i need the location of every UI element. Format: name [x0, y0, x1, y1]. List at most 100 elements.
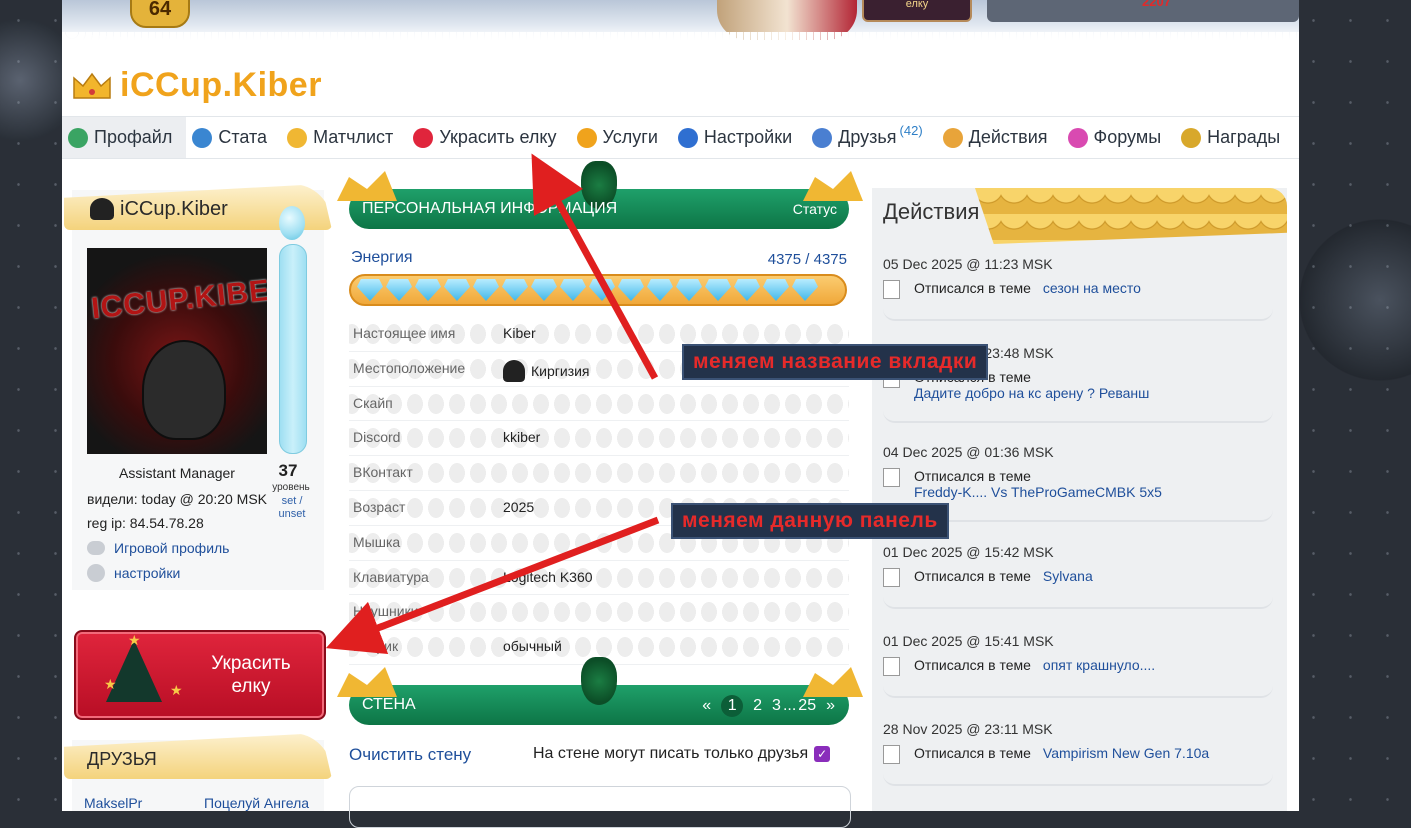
document-icon [883, 468, 900, 487]
diamond-icon [734, 279, 760, 301]
page-ellipsis: ... [782, 697, 797, 714]
settings-link[interactable]: настройки [87, 564, 180, 582]
tab-label: Украсить елку [439, 127, 557, 147]
card-username: iCCup.Kiber [120, 198, 228, 220]
friend-link[interactable]: Поцелуй Ангела [204, 795, 309, 811]
tab-settings[interactable]: Настройки [672, 117, 806, 158]
info-row: Наушники [349, 595, 849, 631]
page-3[interactable]: 3 [772, 697, 781, 715]
info-key: Настоящее имя [353, 325, 456, 341]
tab-bar: Профайл Стата Матчлист Украсить елку Усл… [62, 116, 1299, 159]
plague-mask-figure [142, 340, 226, 440]
diamond-icon [618, 279, 644, 301]
gear-icon [677, 127, 698, 148]
diamond-icon [531, 279, 557, 301]
star-icon: ★ [170, 682, 183, 698]
info-value: Kiber [503, 325, 536, 341]
action-date: 01 Dec 2025 @ 15:41 MSK [883, 633, 1054, 649]
action-line: Отписался в теме Vampirism New Gen 7.10a [883, 745, 1273, 764]
tab-label: Профайл [94, 127, 173, 147]
action-body: Отписался в теме Sylvana [914, 568, 1093, 584]
page-2[interactable]: 2 [753, 697, 762, 715]
user-rank: Assistant Manager [119, 465, 235, 481]
energy-tube [279, 244, 307, 454]
set-unset-link[interactable]: set / unset [272, 495, 312, 521]
energy-label: Энергия [351, 249, 413, 266]
tab-services[interactable]: Услуги [571, 117, 672, 158]
topic-link[interactable]: Freddy-K.... Vs TheProGameCMBK 5x5 [914, 484, 1162, 500]
info-value-text: kkiber [503, 429, 541, 446]
decorate-label: Украсить елку [211, 653, 291, 697]
info-key: ВКонтакт [353, 464, 413, 481]
action-body: Отписался в теме опят крашнуло.... [914, 657, 1155, 673]
link-label: настройки [114, 565, 181, 581]
user-level: 37 [278, 461, 298, 480]
diamond-icon [763, 279, 789, 301]
next-page-button[interactable]: » [826, 697, 835, 715]
info-value: kkiber [503, 429, 540, 445]
action-line: Отписался в теме Freddy-K.... Vs TheProGa… [883, 468, 1273, 500]
tab-stats[interactable]: Стата [186, 117, 281, 158]
wall-post-input[interactable] [349, 786, 851, 828]
tab-friends[interactable]: Друзья (42) [806, 117, 937, 158]
tab-matchlist[interactable]: Матчлист [281, 117, 407, 158]
friend-link[interactable]: MakselPr [84, 795, 142, 811]
spy-icon [503, 359, 525, 382]
tab-actions[interactable]: Действия [937, 117, 1062, 158]
candy-icon [413, 127, 434, 148]
topic-link[interactable]: опят крашнуло.... [1043, 657, 1155, 673]
banner-decorate-button[interactable]: елку [862, 0, 972, 22]
tab-forums[interactable]: Форумы [1062, 117, 1176, 158]
tab-profile[interactable]: Профайл [62, 117, 187, 158]
annotation-note-panel: меняем данную панель [671, 503, 949, 539]
action-date: 01 Dec 2025 @ 15:42 MSK [883, 544, 1054, 560]
topic-link[interactable]: Vampirism New Gen 7.10a [1043, 745, 1209, 761]
action-body: Отписался в теме Vampirism New Gen 7.10a [914, 745, 1209, 761]
info-row: Discord kkiber [349, 421, 849, 457]
action-text: Отписался в теме [914, 568, 1031, 584]
page-1[interactable]: 1 [721, 695, 744, 717]
friends-title: ДРУЗЬЯ [87, 749, 157, 769]
info-row: ВКонтакт [349, 456, 849, 491]
avatar-logo-text: ICCUP.KIBER [89, 271, 267, 326]
annotation-note-tab: меняем название вкладки [682, 344, 989, 380]
game-profile-link[interactable]: Игровой профиль [87, 540, 229, 556]
decorate-tree-button[interactable]: ★ ★ ★ Украсить елку [74, 630, 326, 720]
divider [883, 774, 1273, 786]
action-item: 01 Dec 2025 @ 15:41 MSK Отписался в теме о… [883, 633, 1273, 698]
page-last[interactable]: 25 [798, 697, 816, 715]
tab-label: Награды [1207, 127, 1281, 147]
action-item: 05 Dec 2025 @ 11:23 MSK Отписался в теме с… [883, 256, 1273, 321]
action-body: Отписался в теме Freddy-K.... Vs TheProGa… [914, 468, 1162, 500]
diamond-icon [473, 279, 499, 301]
clear-wall-link[interactable]: Очистить стену [349, 745, 471, 765]
snow-edge [62, 32, 1299, 40]
diamond-icon [357, 279, 383, 301]
topic-link[interactable]: Sylvana [1043, 568, 1093, 584]
tab-label: Форумы [1093, 127, 1162, 147]
avatar[interactable]: ICCUP.KIBER [87, 248, 267, 454]
topic-link[interactable]: сезон на место [1043, 280, 1141, 296]
tab-label: Матчлист [313, 127, 394, 147]
tab-decorate-tree[interactable]: Украсить елку [407, 117, 570, 158]
divider [883, 597, 1273, 609]
status-label[interactable]: Статус [793, 201, 837, 217]
info-row: Скайп [349, 386, 849, 422]
info-icon [192, 127, 213, 148]
friends-only-option[interactable]: На стене могут писать только друзья ✓ [533, 745, 831, 763]
info-key: Мышка [353, 533, 401, 550]
divider [883, 411, 1273, 423]
action-body: Отписался в теме сезон на место [914, 280, 1141, 296]
dragon-egg-icon [279, 206, 305, 240]
info-value-text: Logitech K360 [503, 568, 593, 585]
energy-bar [349, 274, 847, 306]
info-value: обычный [503, 638, 562, 654]
page-title: iCCup.Kiber [120, 65, 322, 104]
friends-only-checkbox[interactable]: ✓ [814, 746, 831, 762]
tab-awards[interactable]: Награды [1175, 117, 1294, 158]
topic-link[interactable]: Дадите добро на кс арену ? Реванш [914, 385, 1149, 401]
action-text: Отписался в теме [914, 745, 1031, 761]
info-value-text: Kiber [503, 325, 536, 341]
prev-page-button[interactable]: « [702, 697, 711, 715]
wall-pagination: « 1 2 3 ... 25 » [702, 695, 835, 717]
